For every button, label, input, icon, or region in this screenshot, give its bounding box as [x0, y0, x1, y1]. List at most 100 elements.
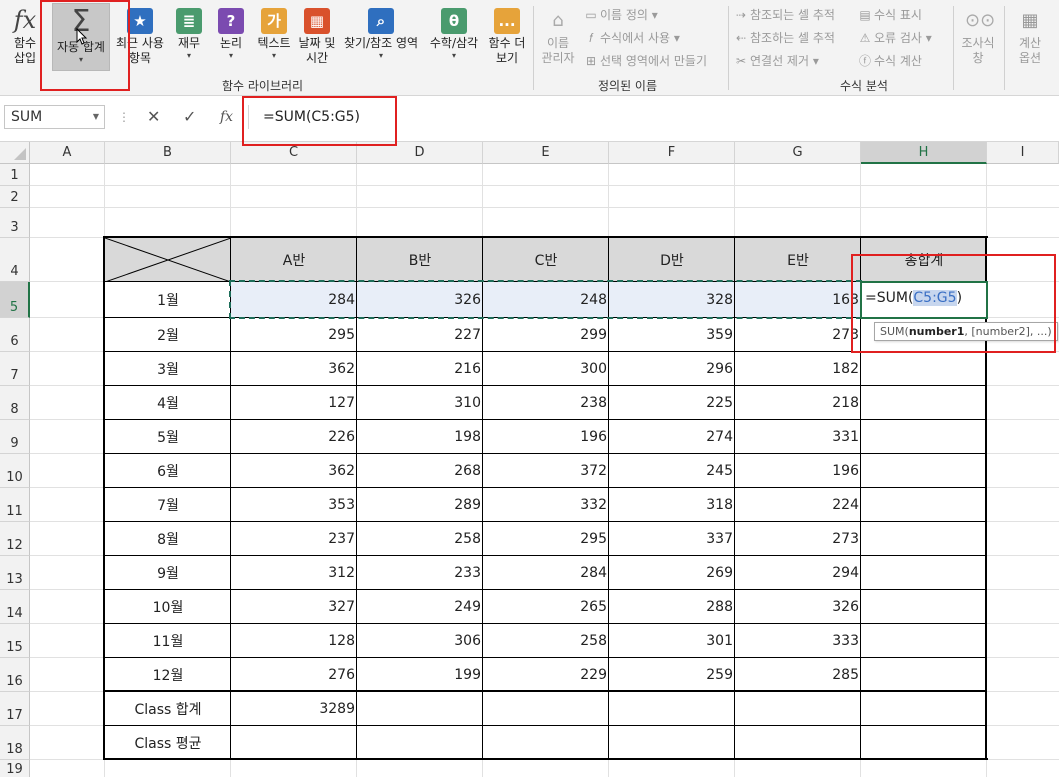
show-formulas-button[interactable]: ▤ 수식 표시: [858, 6, 922, 24]
data-cell[interactable]: 198: [357, 420, 483, 454]
evaluate-formula-button[interactable]: ⓕ 수식 계산: [858, 52, 922, 70]
column-header-a[interactable]: A: [30, 142, 105, 164]
data-cell[interactable]: 284: [483, 556, 609, 590]
row-header-3[interactable]: 3: [0, 208, 30, 238]
data-cell[interactable]: 289: [357, 488, 483, 522]
month-label[interactable]: 8월: [105, 522, 231, 556]
cancel-icon[interactable]: ✕: [147, 105, 160, 129]
enter-icon[interactable]: ✓: [183, 105, 196, 129]
data-cell[interactable]: 332: [483, 488, 609, 522]
month-label[interactable]: 10월: [105, 590, 231, 624]
data-cell[interactable]: 224: [735, 488, 861, 522]
data-cell[interactable]: 245: [609, 454, 735, 488]
row-header-12[interactable]: 12: [0, 522, 30, 556]
month-label[interactable]: 4월: [105, 386, 231, 420]
data-cell[interactable]: 300: [483, 352, 609, 386]
data-cell[interactable]: 328: [609, 282, 735, 318]
tooltip-current-arg[interactable]: number1: [909, 325, 965, 338]
data-cell[interactable]: 295: [231, 318, 357, 352]
data-cell[interactable]: 199: [357, 658, 483, 692]
row-header-18[interactable]: 18: [0, 726, 30, 760]
data-cell[interactable]: 274: [609, 420, 735, 454]
financial-button[interactable]: ≣ 재무 ▾: [172, 4, 206, 61]
name-box[interactable]: SUM ▼: [4, 105, 105, 129]
row-header-14[interactable]: 14: [0, 590, 30, 624]
column-header-b[interactable]: B: [105, 142, 231, 164]
column-label-5[interactable]: 총합계: [861, 238, 987, 282]
data-cell[interactable]: 269: [609, 556, 735, 590]
row-header-8[interactable]: 8: [0, 386, 30, 420]
watch-window-button[interactable]: ⊙⊙ 조사식 창: [956, 4, 1000, 66]
data-cell[interactable]: 218: [735, 386, 861, 420]
data-cell[interactable]: 362: [231, 352, 357, 386]
data-cell[interactable]: 284: [231, 282, 357, 318]
month-label[interactable]: 3월: [105, 352, 231, 386]
data-cell[interactable]: 299: [483, 318, 609, 352]
autosum-button[interactable]: Σ 자동 합계 ▾: [52, 4, 110, 65]
data-cell[interactable]: 285: [735, 658, 861, 692]
data-cell[interactable]: 312: [231, 556, 357, 590]
data-cell[interactable]: 196: [735, 454, 861, 488]
data-cell[interactable]: 327: [231, 590, 357, 624]
data-cell[interactable]: 258: [357, 522, 483, 556]
row-header-17[interactable]: 17: [0, 692, 30, 726]
create-from-selection-button[interactable]: ⊞ 선택 영역에서 만들기: [584, 52, 707, 70]
row-header-16[interactable]: 16: [0, 658, 30, 692]
column-label-4[interactable]: E반: [735, 238, 861, 282]
data-cell[interactable]: 248: [483, 282, 609, 318]
trace-dependents-button[interactable]: ⇠ 참조하는 셀 추적: [734, 29, 835, 47]
recent-functions-button[interactable]: ★ 최근 사용 항목: [112, 4, 168, 66]
month-label[interactable]: 6월: [105, 454, 231, 488]
more-functions-button[interactable]: ... 함수 더 보기: [484, 4, 530, 66]
insert-function-button[interactable]: fx 함수 삽입: [6, 4, 44, 66]
data-cell[interactable]: 259: [609, 658, 735, 692]
data-cell[interactable]: 318: [609, 488, 735, 522]
row-header-2[interactable]: 2: [0, 186, 30, 208]
data-cell[interactable]: 276: [231, 658, 357, 692]
select-all-corner[interactable]: [0, 142, 30, 164]
datetime-button[interactable]: ▦ 날짜 및 시간: [296, 4, 338, 66]
data-cell[interactable]: 163: [735, 282, 861, 318]
name-manager-button[interactable]: ⌂ 이름 관리자: [536, 4, 580, 66]
logical-button[interactable]: ? 논리 ▾: [215, 4, 247, 61]
month-label[interactable]: 7월: [105, 488, 231, 522]
calc-options-button[interactable]: ▦ 계산 옵션: [1008, 4, 1052, 66]
column-header-d[interactable]: D: [357, 142, 483, 164]
data-cell[interactable]: 273: [735, 522, 861, 556]
column-label-1[interactable]: B반: [357, 238, 483, 282]
class-total-label[interactable]: Class 합계: [105, 692, 231, 726]
data-cell[interactable]: 268: [357, 454, 483, 488]
row-header-7[interactable]: 7: [0, 352, 30, 386]
lookup-button[interactable]: ⌕ 찾기/참조 영역 ▾: [340, 4, 422, 61]
define-name-button[interactable]: ▭ 이름 정의 ▾: [584, 6, 658, 24]
column-label-0[interactable]: A반: [231, 238, 357, 282]
data-cell[interactable]: 337: [609, 522, 735, 556]
row-header-19[interactable]: 19: [0, 760, 30, 777]
data-cell[interactable]: 326: [357, 282, 483, 318]
math-button[interactable]: θ 수학/삼각 ▾: [426, 4, 482, 61]
data-cell[interactable]: 258: [483, 624, 609, 658]
data-cell[interactable]: 238: [483, 386, 609, 420]
data-cell[interactable]: 294: [735, 556, 861, 590]
formula-input[interactable]: =SUM(C5:G5): [248, 105, 1048, 129]
row-header-5[interactable]: 5: [0, 282, 30, 318]
data-cell[interactable]: 306: [357, 624, 483, 658]
column-header-f[interactable]: F: [609, 142, 735, 164]
trace-precedents-button[interactable]: ⇢ 참조되는 셀 추적: [734, 6, 835, 24]
data-cell[interactable]: 229: [483, 658, 609, 692]
row-header-9[interactable]: 9: [0, 420, 30, 454]
month-label[interactable]: 5월: [105, 420, 231, 454]
row-header-11[interactable]: 11: [0, 488, 30, 522]
class-total-value[interactable]: 3289: [231, 692, 357, 726]
data-cell[interactable]: 127: [231, 386, 357, 420]
data-cell[interactable]: 265: [483, 590, 609, 624]
column-header-h[interactable]: H: [861, 142, 987, 164]
row-header-13[interactable]: 13: [0, 556, 30, 590]
month-label[interactable]: 9월: [105, 556, 231, 590]
data-cell[interactable]: 296: [609, 352, 735, 386]
data-cell[interactable]: 353: [231, 488, 357, 522]
remove-arrows-button[interactable]: ✂ 연결선 제거 ▾: [734, 52, 819, 70]
month-label[interactable]: 2월: [105, 318, 231, 352]
data-cell[interactable]: 196: [483, 420, 609, 454]
row-header-15[interactable]: 15: [0, 624, 30, 658]
